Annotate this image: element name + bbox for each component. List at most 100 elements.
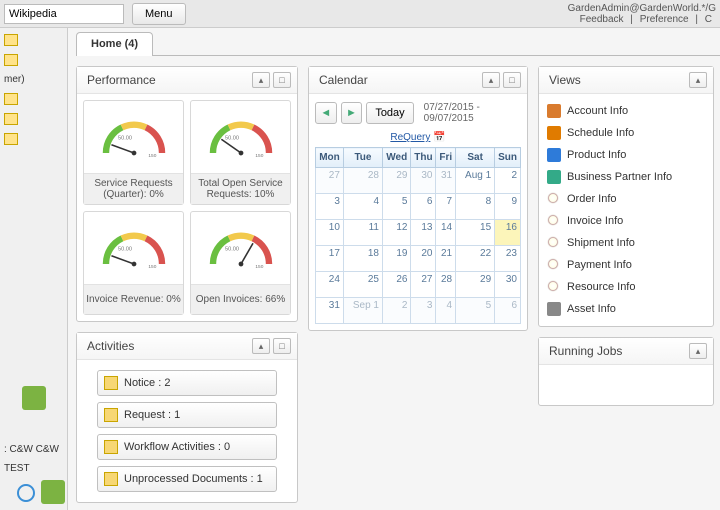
calendar-cell[interactable]: 30 xyxy=(411,168,436,194)
left-item[interactable] xyxy=(2,131,65,147)
left-item[interactable] xyxy=(2,52,65,68)
gauge-icon: 50.00 150 xyxy=(84,101,183,173)
left-item[interactable] xyxy=(2,111,65,127)
next-button[interactable]: ► xyxy=(341,102,363,124)
calendar-cell[interactable]: 2 xyxy=(383,298,411,324)
calendar-cell[interactable]: 15 xyxy=(456,220,495,246)
calendar-cell[interactable]: 5 xyxy=(456,298,495,324)
tab-home[interactable]: Home (4) xyxy=(76,32,153,56)
search-input[interactable] xyxy=(4,4,124,24)
gauge-card[interactable]: 50.00 150 Service Requests (Quarter): 0% xyxy=(83,100,184,205)
calendar-cell[interactable]: Sep 1 xyxy=(343,298,382,324)
views-item-label: Business Partner Info xyxy=(567,171,672,183)
calendar-cell[interactable]: 13 xyxy=(411,220,436,246)
activity-button[interactable]: Workflow Activities : 0 xyxy=(97,434,277,460)
left-item[interactable]: TEST xyxy=(2,461,65,476)
gauge-label: Invoice Revenue: 0% xyxy=(84,284,183,314)
calendar-cell[interactable]: 4 xyxy=(436,298,456,324)
panel-title: Running Jobs xyxy=(549,344,622,358)
calendar-cell[interactable]: 27 xyxy=(411,272,436,298)
calendar-cell[interactable]: 16 xyxy=(495,220,521,246)
today-button[interactable]: Today xyxy=(366,102,413,124)
calendar-cell[interactable]: 3 xyxy=(411,298,436,324)
collapse-icon[interactable]: ▴ xyxy=(689,72,707,88)
calendar-cell[interactable]: 4 xyxy=(343,194,382,220)
calendar-cell[interactable]: 25 xyxy=(343,272,382,298)
preference-link[interactable]: Preference xyxy=(640,14,689,25)
refresh-icon[interactable] xyxy=(17,484,35,502)
views-item[interactable]: Product Info xyxy=(545,144,707,166)
calendar-cell[interactable]: 23 xyxy=(495,246,521,272)
calendar-cell[interactable]: 11 xyxy=(343,220,382,246)
calendar-cell[interactable]: 6 xyxy=(411,194,436,220)
calendar-cell[interactable]: 30 xyxy=(495,272,521,298)
calendar-cell[interactable]: 31 xyxy=(316,298,344,324)
day-header: Sat xyxy=(456,148,495,168)
calendar-cell[interactable]: 24 xyxy=(316,272,344,298)
collapse-icon[interactable]: ▴ xyxy=(689,343,707,359)
calendar-cell[interactable]: 29 xyxy=(456,272,495,298)
collapse-icon[interactable]: ▴ xyxy=(252,72,270,88)
calendar-cell[interactable]: 6 xyxy=(495,298,521,324)
views-item[interactable]: Asset Info xyxy=(545,298,707,320)
calendar-cell[interactable]: 12 xyxy=(383,220,411,246)
activity-button[interactable]: Request : 1 xyxy=(97,402,277,428)
views-item[interactable]: Payment Info xyxy=(545,254,707,276)
requery-link[interactable]: ReQuery xyxy=(390,132,430,143)
gauge-card[interactable]: 50.00 150 Invoice Revenue: 0% xyxy=(83,211,184,315)
left-item[interactable]: : C&W C&W xyxy=(2,442,65,457)
views-item[interactable]: Schedule Info xyxy=(545,122,707,144)
gauge-card[interactable]: 50.00 150 Total Open Service Requests: 1… xyxy=(190,100,291,205)
calendar-cell[interactable]: 28 xyxy=(343,168,382,194)
calendar-icon[interactable]: 📅 xyxy=(433,132,445,143)
folder-icon xyxy=(4,113,18,125)
left-item[interactable] xyxy=(2,32,65,48)
feedback-link[interactable]: Feedback xyxy=(580,14,624,25)
activity-button[interactable]: Unprocessed Documents : 1 xyxy=(97,466,277,492)
trash-icon[interactable] xyxy=(22,386,46,410)
views-item[interactable]: Resource Info xyxy=(545,276,707,298)
views-item[interactable]: Account Info xyxy=(545,100,707,122)
views-item[interactable]: Invoice Info xyxy=(545,210,707,232)
calendar-cell[interactable]: 2 xyxy=(495,168,521,194)
calendar-cell[interactable]: 29 xyxy=(383,168,411,194)
views-item-label: Schedule Info xyxy=(567,127,634,139)
views-item[interactable]: Business Partner Info xyxy=(545,166,707,188)
calendar-cell[interactable]: 9 xyxy=(495,194,521,220)
calendar-cell[interactable]: 31 xyxy=(436,168,456,194)
maximize-icon[interactable]: □ xyxy=(273,338,291,354)
left-item[interactable]: mer) xyxy=(2,72,65,87)
prev-button[interactable]: ◄ xyxy=(315,102,337,124)
views-item[interactable]: Shipment Info xyxy=(545,232,707,254)
menu-button[interactable]: Menu xyxy=(132,3,186,25)
calendar-cell[interactable]: 18 xyxy=(343,246,382,272)
calendar-cell[interactable]: 17 xyxy=(316,246,344,272)
other-link[interactable]: C xyxy=(705,14,712,25)
calendar-cell[interactable]: 22 xyxy=(456,246,495,272)
calendar-cell[interactable]: 7 xyxy=(436,194,456,220)
calendar-cell[interactable]: 10 xyxy=(316,220,344,246)
collapse-icon[interactable]: ▴ xyxy=(482,72,500,88)
svg-text:150: 150 xyxy=(148,153,156,159)
activity-button[interactable]: Notice : 2 xyxy=(97,370,277,396)
gauge-card[interactable]: 50.00 150 Open Invoices: 66% xyxy=(190,211,291,315)
calendar-cell[interactable]: 27 xyxy=(316,168,344,194)
calendar-cell[interactable]: 14 xyxy=(436,220,456,246)
views-item[interactable]: Order Info xyxy=(545,188,707,210)
left-item[interactable] xyxy=(2,91,65,107)
calendar-cell[interactable]: Aug 1 xyxy=(456,168,495,194)
calendar-cell[interactable]: 28 xyxy=(436,272,456,298)
calendar-cell[interactable]: 3 xyxy=(316,194,344,220)
trash-icon[interactable] xyxy=(41,480,65,504)
maximize-icon[interactable]: □ xyxy=(503,72,521,88)
calendar-cell[interactable]: 26 xyxy=(383,272,411,298)
topbar: Menu GardenAdmin@GardenWorld.*/G Feedbac… xyxy=(0,0,720,28)
calendar-cell[interactable]: 8 xyxy=(456,194,495,220)
partner-icon xyxy=(547,170,561,184)
calendar-cell[interactable]: 5 xyxy=(383,194,411,220)
calendar-cell[interactable]: 20 xyxy=(411,246,436,272)
calendar-cell[interactable]: 21 xyxy=(436,246,456,272)
calendar-cell[interactable]: 19 xyxy=(383,246,411,272)
collapse-icon[interactable]: ▴ xyxy=(252,338,270,354)
maximize-icon[interactable]: □ xyxy=(273,72,291,88)
